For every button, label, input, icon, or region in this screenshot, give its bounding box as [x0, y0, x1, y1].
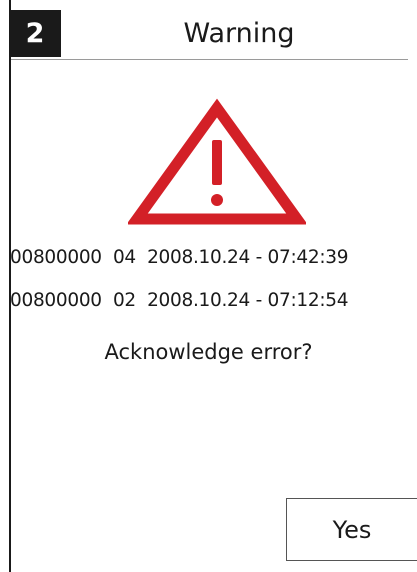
error-entry: 00800000 04 2008.10.24 - 07:42:39 — [10, 247, 410, 268]
error-entry: 00800000 02 2008.10.24 - 07:12:54 — [10, 290, 410, 311]
page-title: Warning — [183, 18, 295, 49]
error-code: 00800000 — [10, 247, 102, 268]
error-subcode: 02 — [112, 290, 136, 311]
title-divider — [11, 59, 408, 60]
yes-button[interactable]: Yes — [286, 498, 417, 561]
error-timestamp: 2008.10.24 - 07:42:39 — [147, 247, 349, 268]
frame-left-border — [9, 0, 11, 572]
error-code: 00800000 — [10, 290, 102, 311]
screen-number-badge: 2 — [9, 10, 61, 57]
acknowledge-question: Acknowledge error? — [104, 340, 313, 364]
warning-triangle-icon — [128, 98, 306, 225]
error-timestamp: 2008.10.24 - 07:12:54 — [147, 290, 349, 311]
error-subcode: 04 — [112, 247, 136, 268]
